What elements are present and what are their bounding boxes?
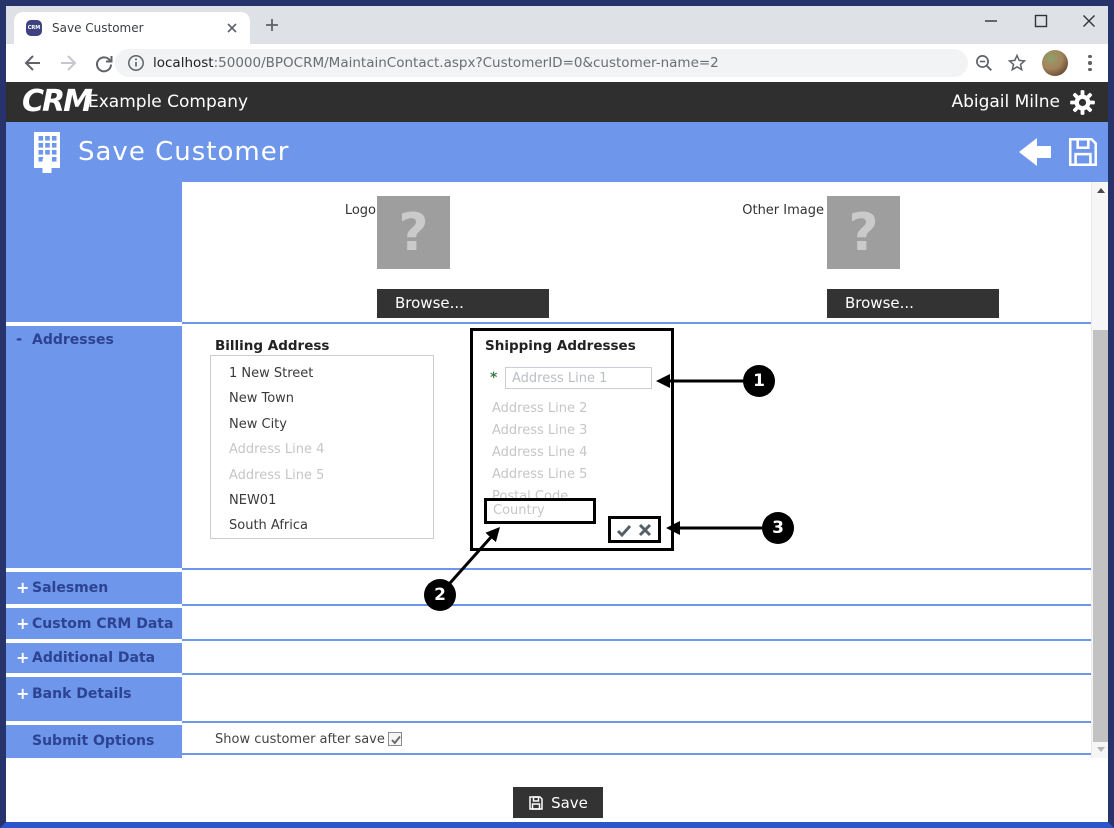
browser-toolbar: localhost:50000/BPOCRM/MaintainContact.a…	[6, 44, 1108, 82]
sidebar-divider	[6, 322, 182, 326]
billing-postal-code[interactable]: NEW01	[229, 488, 433, 513]
sidebar-divider	[6, 721, 182, 725]
checkbox-check-icon	[390, 734, 402, 746]
annotation-badge-3: 3	[762, 512, 794, 544]
show-customer-label: Show customer after save	[215, 732, 385, 747]
window-maximize-button[interactable]	[1024, 6, 1058, 36]
footer-bar: Save	[6, 758, 1108, 822]
submit-options-row: Show customer after save	[182, 721, 1091, 755]
sidebar-item-submit-options[interactable]: Submit Options	[6, 731, 182, 757]
shipping-address-line-2-field[interactable]: Address Line 2	[492, 398, 587, 420]
building-icon	[28, 131, 66, 173]
billing-address-panel: 1 New Street New Town New City Address L…	[210, 355, 434, 539]
zoom-out-icon[interactable]	[974, 53, 994, 73]
main-area: - Addresses + Salesmen + Custom CRM Data…	[6, 182, 1108, 758]
billing-address-line-5[interactable]: Address Line 5	[229, 463, 433, 488]
sidebar: - Addresses + Salesmen + Custom CRM Data…	[6, 182, 182, 758]
annotation-badge-1: 1	[743, 365, 775, 397]
salesmen-row	[182, 568, 1091, 604]
other-image-placeholder[interactable]: ?	[827, 196, 900, 269]
sidebar-divider	[6, 604, 182, 608]
save-button[interactable]: Save	[513, 787, 603, 818]
shipping-address-line-4-field[interactable]: Address Line 4	[492, 442, 587, 464]
billing-address-heading: Billing Address	[215, 338, 329, 354]
cancel-cross-icon[interactable]	[637, 522, 653, 538]
scroll-up-icon[interactable]	[1092, 182, 1109, 199]
shipping-address-line-1-input[interactable]	[505, 367, 652, 389]
info-icon[interactable]	[127, 54, 145, 72]
addresses-row: Billing Address 1 New Street New Town Ne…	[182, 322, 1091, 568]
reload-icon[interactable]	[94, 53, 114, 73]
user-name: Abigail Milne	[951, 82, 1060, 122]
expand-icon: +	[16, 578, 29, 597]
logo-label: Logo	[299, 203, 376, 218]
crm-favicon-icon: CRM	[26, 20, 42, 36]
images-row: Logo ? Browse... Other Image ? Browse...	[182, 182, 1091, 322]
expand-icon: +	[16, 614, 29, 633]
url-text: localhost:50000/BPOCRM/MaintainContact.a…	[153, 49, 719, 77]
shipping-addresses-panel: Shipping Addresses * Address Line 2 Addr…	[470, 328, 674, 551]
additional-data-row	[182, 639, 1091, 673]
window-minimize-button[interactable]	[974, 6, 1008, 36]
browser-menu-icon[interactable]	[1086, 53, 1094, 73]
bookmark-star-icon[interactable]	[1007, 53, 1027, 73]
shipping-addresses-heading: Shipping Addresses	[485, 338, 636, 354]
other-image-browse-button[interactable]: Browse...	[827, 289, 999, 318]
billing-address-line-2[interactable]: New Town	[229, 386, 433, 411]
custom-crm-data-row	[182, 604, 1091, 639]
bank-details-row	[182, 673, 1091, 721]
window-close-button[interactable]	[1072, 6, 1106, 36]
shipping-country-field[interactable]: Country	[484, 498, 596, 524]
shipping-address-line-5-field[interactable]: Address Line 5	[492, 464, 587, 486]
vertical-scrollbar[interactable]	[1091, 182, 1108, 758]
expand-icon: +	[16, 648, 29, 667]
tab-title: Save Customer	[52, 12, 144, 44]
new-tab-button[interactable]	[264, 17, 280, 33]
sidebar-divider	[6, 568, 182, 572]
tab-close-icon[interactable]	[224, 20, 240, 36]
annotation-badge-2: 2	[424, 579, 456, 611]
billing-country[interactable]: South Africa	[229, 513, 433, 538]
form-content: Logo ? Browse... Other Image ? Browse...…	[182, 182, 1091, 758]
confirm-check-icon[interactable]	[616, 522, 632, 538]
url-bar[interactable]: localhost:50000/BPOCRM/MaintainContact.a…	[115, 49, 968, 77]
sidebar-divider	[6, 639, 182, 643]
page-save-icon[interactable]	[1066, 135, 1100, 169]
forward-icon[interactable]	[59, 53, 79, 73]
shipping-address-line-3-field[interactable]: Address Line 3	[492, 420, 587, 442]
scroll-down-icon[interactable]	[1092, 741, 1109, 758]
required-marker: *	[490, 370, 497, 386]
company-name: Example Company	[88, 82, 248, 122]
sidebar-item-bank-details[interactable]: + Bank Details	[6, 684, 182, 710]
show-customer-checkbox[interactable]	[388, 732, 402, 746]
collapse-icon: -	[16, 330, 22, 348]
save-disk-icon	[528, 795, 544, 811]
logo-browse-button[interactable]: Browse...	[377, 289, 549, 318]
page-back-icon[interactable]	[1016, 135, 1054, 169]
expand-icon: +	[16, 684, 29, 703]
sidebar-divider	[6, 673, 182, 677]
app-header: CRM Example Company Abigail Milne	[6, 82, 1108, 122]
crm-logo: CRM	[22, 84, 91, 119]
shipping-actions	[608, 516, 661, 543]
other-image-label: Other Image	[720, 203, 824, 218]
profile-avatar[interactable]	[1042, 50, 1068, 76]
page-header: Save Customer	[6, 122, 1108, 182]
gear-icon[interactable]	[1069, 89, 1096, 116]
billing-address-line-3[interactable]: New City	[229, 412, 433, 437]
browser-tab[interactable]: CRM Save Customer	[14, 12, 250, 44]
sidebar-item-addresses[interactable]: - Addresses	[6, 330, 182, 356]
billing-address-line-4[interactable]: Address Line 4	[229, 437, 433, 462]
billing-address-line-1[interactable]: 1 New Street	[229, 361, 433, 386]
sidebar-item-salesmen[interactable]: + Salesmen	[6, 578, 182, 604]
page-title: Save Customer	[78, 122, 289, 182]
scrollbar-thumb[interactable]	[1093, 330, 1108, 742]
back-icon[interactable]	[22, 53, 42, 73]
logo-image-placeholder[interactable]: ?	[377, 196, 450, 269]
sidebar-item-additional-data[interactable]: + Additional Data	[6, 648, 182, 674]
tab-strip: CRM Save Customer	[6, 6, 1108, 44]
sidebar-item-custom-crm-data[interactable]: + Custom CRM Data	[6, 614, 182, 640]
browser-window: CRM Save Customer localhost:50000/BPOCRM…	[0, 0, 1114, 828]
